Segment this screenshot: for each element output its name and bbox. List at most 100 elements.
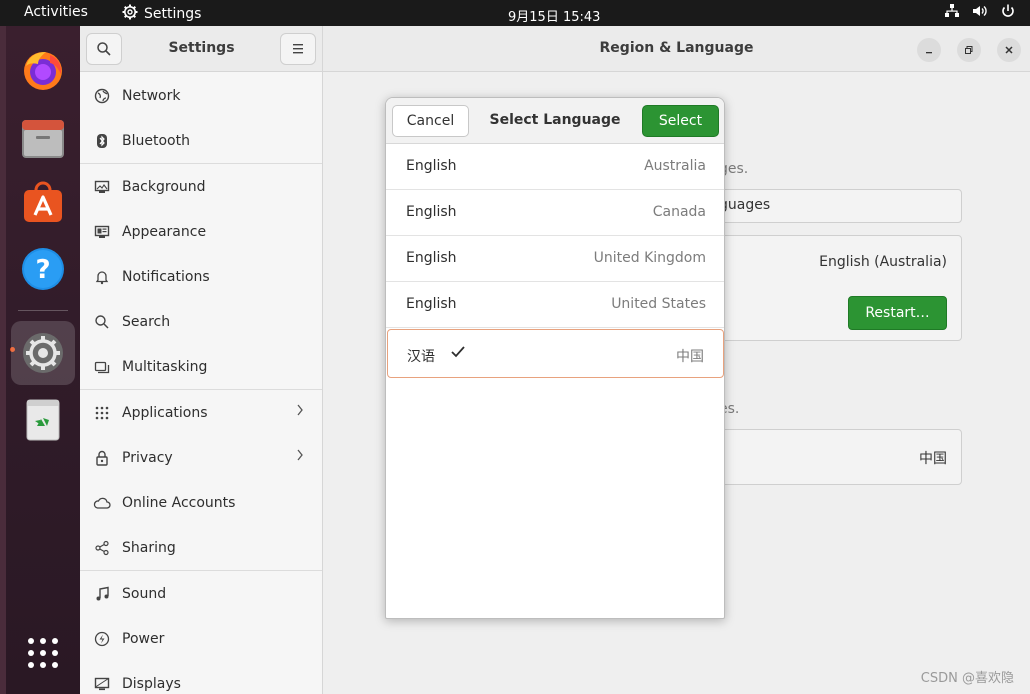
language-row[interactable]: English United Kingdom (386, 236, 724, 282)
top-bar: Activities Settings 9月15日 15:43 (0, 0, 1030, 26)
language-name: 汉语 (407, 349, 435, 365)
sidebar-item-sound[interactable]: Sound (80, 571, 322, 616)
display-icon (93, 675, 111, 693)
formats-panel[interactable]: 中国 (713, 429, 962, 485)
menu-button[interactable] (280, 33, 316, 65)
sidebar-item-multitasking[interactable]: Multitasking (80, 344, 322, 389)
sidebar: Network Bluetooth Background Appearance … (80, 72, 323, 694)
network-icon (93, 87, 111, 105)
sidebar-item-bluetooth[interactable]: Bluetooth (80, 118, 322, 163)
activities-button[interactable]: Activities (24, 4, 88, 20)
settings-icon[interactable] (11, 321, 75, 385)
show-apps-icon[interactable] (14, 624, 72, 682)
watermark: CSDN @喜欢隐 (920, 671, 1014, 686)
language-region: United States (611, 296, 706, 312)
language-row-selected[interactable]: 汉语 中国 (387, 329, 724, 378)
language-region: Australia (644, 158, 706, 174)
dialog-title: Select Language (489, 112, 621, 128)
select-language-dialog: Cancel Select Language Select English Au… (385, 97, 725, 619)
sidebar-item-label: Online Accounts (122, 494, 236, 511)
sidebar-item-label: Power (122, 630, 165, 647)
close-icon (1005, 46, 1013, 54)
dialog-header: Cancel Select Language Select (386, 98, 724, 144)
sidebar-item-label: Multitasking (122, 358, 208, 375)
main-header: Region & Language (323, 26, 1030, 72)
minimize-icon (926, 52, 932, 54)
sidebar-item-online-accounts[interactable]: Online Accounts (80, 480, 322, 525)
restart-button[interactable]: Restart… (848, 296, 947, 330)
close-button[interactable] (997, 38, 1021, 62)
minimize-button[interactable] (917, 38, 941, 62)
sidebar-item-background[interactable]: Background (80, 164, 322, 209)
chevron-right-icon (296, 448, 304, 466)
sidebar-item-appearance[interactable]: Appearance (80, 209, 322, 254)
trash-icon[interactable] (14, 390, 72, 448)
sidebar-item-network[interactable]: Network (80, 73, 322, 118)
multitasking-icon (93, 358, 111, 376)
language-name: English (406, 296, 457, 312)
sidebar-item-sharing[interactable]: Sharing (80, 525, 322, 570)
sidebar-item-label: Notifications (122, 268, 210, 285)
maximize-button[interactable] (957, 38, 981, 62)
sidebar-item-power[interactable]: Power (80, 616, 322, 661)
sidebar-item-label: Displays (122, 675, 181, 692)
language-row[interactable]: English Australia (386, 144, 724, 190)
gear-icon (122, 4, 138, 24)
language-row[interactable]: English Canada (386, 190, 724, 236)
background-icon (93, 178, 111, 196)
language-name: English (406, 158, 457, 174)
languages-field-label: guages (719, 197, 771, 213)
sidebar-header: Settings (80, 26, 323, 72)
languages-field[interactable]: guages (713, 189, 962, 223)
language-row[interactable]: English United States (386, 282, 724, 328)
language-region: 中国 (676, 349, 704, 365)
svg-text:?: ? (35, 255, 50, 285)
sidebar-item-label: Sound (122, 585, 167, 602)
language-name: English (406, 250, 457, 266)
clock[interactable]: 9月15日 15:43 (508, 6, 600, 25)
restore-icon (965, 46, 973, 54)
sidebar-item-label: Applications (122, 404, 208, 421)
hamburger-icon (293, 44, 303, 54)
sidebar-item-privacy[interactable]: Privacy (80, 435, 322, 480)
power-icon[interactable] (1000, 3, 1016, 23)
sidebar-item-label: Appearance (122, 223, 207, 240)
grid-icon (93, 404, 111, 422)
system-tray[interactable] (944, 3, 1016, 23)
checkmark-icon (450, 345, 466, 363)
sidebar-item-label: Background (122, 178, 206, 195)
sidebar-item-label: Privacy (122, 449, 173, 466)
share-icon (93, 539, 111, 557)
current-language-value: English (Australia) (819, 254, 947, 270)
files-icon[interactable] (14, 110, 72, 168)
select-button[interactable]: Select (642, 105, 719, 137)
power-icon (93, 630, 111, 648)
dock: ? (0, 26, 80, 694)
help-icon[interactable]: ? (14, 240, 72, 298)
search-icon (93, 313, 111, 331)
sidebar-item-notifications[interactable]: Notifications (80, 254, 322, 299)
sidebar-item-label: Search (122, 313, 171, 330)
sidebar-item-search[interactable]: Search (80, 299, 322, 344)
bluetooth-icon (93, 132, 111, 150)
language-region: United Kingdom (593, 250, 706, 266)
language-name: English (406, 204, 457, 220)
bell-icon (93, 268, 111, 286)
language-region: Canada (652, 204, 706, 220)
cancel-button[interactable]: Cancel (392, 105, 469, 137)
app-center-icon[interactable] (14, 174, 72, 232)
music-note-icon (93, 585, 111, 603)
appearance-icon (93, 223, 111, 241)
network-wired-icon[interactable] (944, 3, 960, 23)
app-menu[interactable]: Settings (122, 4, 201, 24)
sidebar-item-label: Bluetooth (122, 132, 190, 149)
sidebar-item-applications[interactable]: Applications (80, 390, 322, 435)
sidebar-item-displays[interactable]: Displays (80, 661, 322, 694)
firefox-icon[interactable] (14, 42, 72, 100)
volume-icon[interactable] (972, 3, 988, 23)
lock-icon (93, 449, 111, 467)
sidebar-item-label: Sharing (122, 539, 176, 556)
formats-value: 中国 (919, 451, 947, 467)
sidebar-item-label: Network (122, 87, 181, 104)
chevron-right-icon (296, 403, 304, 421)
